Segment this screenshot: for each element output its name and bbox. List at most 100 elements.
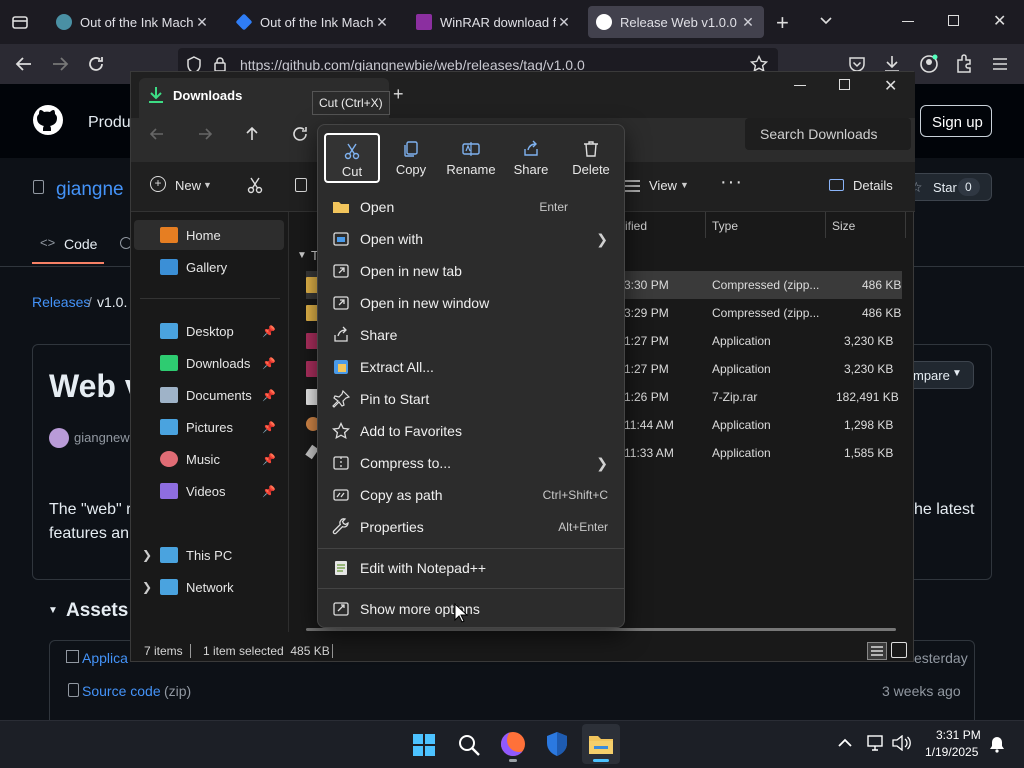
menu-item-add-to-favorites[interactable]: Add to Favorites — [322, 415, 622, 447]
explorer-refresh-icon[interactable] — [291, 125, 309, 143]
column-header-size[interactable]: Size — [832, 219, 855, 233]
cut-button[interactable]: Cut — [324, 133, 380, 183]
menu-item-open-in-new-window[interactable]: Open in new window — [322, 287, 622, 319]
minimize-icon[interactable] — [902, 21, 914, 22]
cmd-copy-icon[interactable] — [295, 178, 307, 192]
nav-item-network[interactable]: ❯ Network — [134, 572, 284, 602]
close-window-icon[interactable]: ✕ — [993, 11, 1006, 31]
menu-hamburger-icon[interactable] — [992, 56, 1008, 72]
menu-item-compress-to[interactable]: Compress to... ❯ — [322, 447, 622, 479]
nav-item-videos[interactable]: Videos 📌 — [134, 476, 284, 506]
horizontal-scrollbar[interactable] — [306, 628, 896, 631]
tab-overview-icon[interactable] — [10, 12, 30, 32]
network-status-icon[interactable] — [866, 735, 886, 751]
column-header-modified[interactable]: ified — [625, 219, 647, 233]
view-button[interactable]: View — [649, 178, 677, 193]
nav-item-this-pc[interactable]: ❯ This PC — [134, 540, 284, 570]
tab-close-icon[interactable]: ✕ — [740, 14, 756, 31]
volume-icon[interactable] — [892, 735, 912, 751]
expand-chevron-icon[interactable]: ❯ — [142, 580, 152, 594]
explorer-back-icon[interactable] — [148, 125, 166, 143]
nav-item-pictures[interactable]: Pictures 📌 — [134, 412, 284, 442]
copy-button[interactable]: Copy — [383, 133, 439, 183]
clock-time[interactable]: 3:31 PM — [936, 728, 981, 742]
menu-item-properties[interactable]: Properties Alt+Enter — [322, 511, 622, 543]
restore-icon[interactable] — [948, 15, 959, 26]
extensions-icon[interactable] — [955, 54, 973, 74]
search-icon[interactable] — [457, 733, 481, 757]
browser-tab-4[interactable]: Release Web v1.0.0 · gia ✕ — [588, 6, 764, 38]
file-explorer-icon[interactable] — [588, 733, 614, 755]
expand-chevron-icon[interactable]: ❯ — [142, 548, 152, 562]
notification-bell-icon[interactable] — [988, 735, 1006, 753]
explorer-new-tab-icon[interactable]: + — [393, 84, 404, 105]
reload-icon[interactable] — [86, 54, 106, 74]
pin-icon[interactable]: 📌 — [262, 357, 276, 370]
browser-tab-3[interactable]: WinRAR download free ✕ — [408, 6, 580, 38]
forward-arrow-icon[interactable] — [50, 54, 70, 74]
details-button[interactable]: Details — [853, 178, 893, 193]
pin-icon[interactable]: 📌 — [262, 453, 276, 466]
asset-link-1[interactable]: Applica — [82, 650, 128, 666]
menu-item-copy-as-path[interactable]: Copy as path Ctrl+Shift+C — [322, 479, 622, 511]
new-tab-icon[interactable]: + — [776, 10, 789, 36]
nav-item-desktop[interactable]: Desktop 📌 — [134, 316, 284, 346]
rename-button[interactable]: Rename — [443, 133, 499, 183]
explorer-close-icon[interactable]: ✕ — [884, 76, 897, 96]
explorer-up-icon[interactable] — [243, 125, 261, 143]
show-hidden-icons-chevron[interactable] — [837, 736, 853, 748]
tab-close-icon[interactable]: ✕ — [374, 14, 390, 31]
assets-caret-icon[interactable]: ▼ — [48, 605, 58, 616]
nav-item-downloads[interactable]: Downloads 📌 — [134, 348, 284, 378]
column-header-type[interactable]: Type — [712, 219, 738, 233]
menu-item-open[interactable]: Open Enter — [322, 191, 622, 223]
pin-icon[interactable]: 📌 — [262, 389, 276, 402]
menu-item-open-with[interactable]: Open with ❯ — [322, 223, 622, 255]
author-name[interactable]: giangnew — [74, 430, 130, 445]
group-collapse-icon[interactable]: ▼ — [297, 250, 307, 261]
nav-item-gallery[interactable]: Gallery — [134, 252, 284, 282]
share-button[interactable]: Share — [503, 133, 559, 183]
tab-list-chevron-icon[interactable] — [818, 12, 834, 28]
pin-icon[interactable]: 📌 — [262, 421, 276, 434]
menu-item-show-more-options[interactable]: Show more options — [322, 593, 622, 625]
more-options-icon[interactable]: ··· — [720, 171, 743, 194]
nav-item-music[interactable]: Music 📌 — [134, 444, 284, 474]
explorer-minimize-icon[interactable] — [794, 85, 806, 86]
menu-item-edit-with-notepad[interactable]: Edit with Notepad++ — [322, 552, 622, 584]
cmd-cut-icon[interactable] — [246, 176, 264, 194]
firefox-icon[interactable] — [501, 732, 525, 756]
defender-shield-icon[interactable] — [545, 731, 569, 757]
repo-owner-link[interactable]: giangne — [56, 179, 124, 201]
author-avatar[interactable] — [49, 428, 69, 448]
asset-link-2[interactable]: Source code — [82, 683, 161, 699]
assets-title[interactable]: Assets — [66, 600, 128, 622]
pin-icon[interactable]: 📌 — [262, 325, 276, 338]
nav-item-documents[interactable]: Documents 📌 — [134, 380, 284, 410]
menu-item-open-in-new-tab[interactable]: Open in new tab — [322, 255, 622, 287]
github-logo-icon[interactable] — [32, 104, 64, 136]
windows-start-icon[interactable] — [412, 733, 436, 757]
pin-icon[interactable]: 📌 — [262, 485, 276, 498]
tab-code[interactable]: Code — [64, 236, 97, 252]
tiles-view-icon[interactable] — [891, 642, 907, 658]
delete-button[interactable]: Delete — [563, 133, 619, 183]
explorer-maximize-icon[interactable] — [839, 79, 850, 90]
explorer-forward-icon[interactable] — [196, 125, 214, 143]
product-menu[interactable]: Produ — [88, 114, 131, 132]
menu-item-extract-all[interactable]: Extract All... — [322, 351, 622, 383]
clock-date[interactable]: 1/19/2025 — [925, 745, 978, 759]
account-icon[interactable] — [919, 54, 939, 74]
nav-item-home[interactable]: Home — [134, 220, 284, 250]
back-arrow-icon[interactable] — [14, 54, 34, 74]
menu-item-share[interactable]: Share — [322, 319, 622, 351]
menu-item-pin-to-start[interactable]: Pin to Start — [322, 383, 622, 415]
breadcrumb-releases[interactable]: Releases — [32, 294, 90, 310]
lock-icon[interactable] — [213, 56, 227, 72]
tab-close-icon[interactable]: ✕ — [556, 14, 572, 31]
browser-tab-1[interactable]: Out of the Ink Machine ✕ — [48, 6, 218, 38]
details-view-icon[interactable] — [867, 642, 887, 660]
new-button[interactable]: New — [175, 178, 201, 193]
browser-tab-2[interactable]: Out of the Ink Machine ✕ — [228, 6, 398, 38]
tab-close-icon[interactable]: ✕ — [194, 14, 210, 31]
